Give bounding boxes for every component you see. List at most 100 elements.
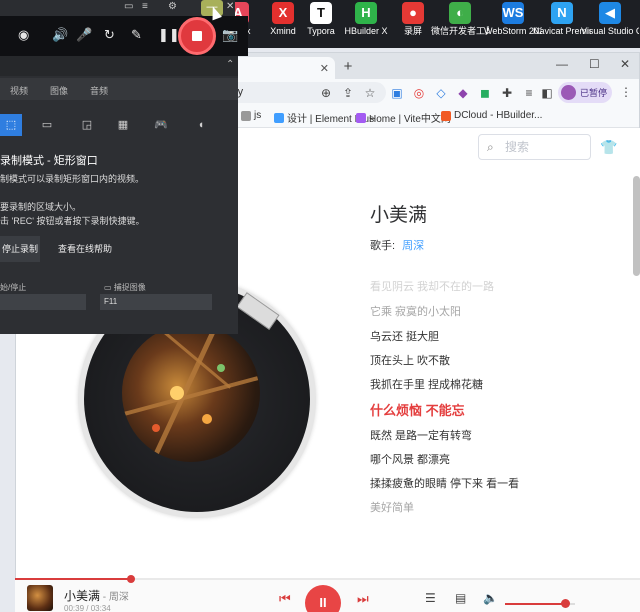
search-input[interactable]: ⌕ 搜索 xyxy=(478,134,591,160)
mode-device-icon[interactable]: ▦ xyxy=(112,114,134,136)
lyric-line: 什么烦恼 不能忘 xyxy=(370,403,465,418)
desktop-icon[interactable]: ◀ Visual Studio C... xyxy=(581,0,639,46)
microphone-icon[interactable]: 🎤 xyxy=(76,27,92,43)
tab-video[interactable]: 视频 xyxy=(10,84,28,97)
extension-purple-icon[interactable]: ◆ xyxy=(455,85,471,101)
lyric-line: 看见阴云 我却不在的一路 xyxy=(370,281,495,293)
minimize-window-icon[interactable]: — xyxy=(556,57,568,71)
recorder-panel-collapse-icon[interactable]: ⌃ xyxy=(226,59,234,70)
app-logo-icon: H xyxy=(355,2,377,24)
bookmark-label: DCloud - HBuilder... xyxy=(454,110,543,121)
extension-green-icon[interactable]: ◼ xyxy=(477,85,493,101)
mode-audio-icon[interactable]: ◖ xyxy=(190,114,212,136)
stop-recording-button[interactable] xyxy=(178,17,216,55)
lyric-line: 哪个风景 都漂亮 xyxy=(370,454,451,466)
recorder-tabs: 视频 图像 音频 xyxy=(0,78,238,100)
online-help-link[interactable]: 查看在线帮助 xyxy=(58,236,112,262)
singer-link[interactable]: 周深 xyxy=(402,240,424,252)
hotkey-capture-field[interactable]: F11 xyxy=(100,294,212,310)
app-logo-icon: X xyxy=(272,2,294,24)
lyric-line: 乌云还 挺大胆 xyxy=(370,331,440,343)
next-track-icon[interactable]: ⏭ xyxy=(357,591,369,607)
page-scrollbar[interactable] xyxy=(633,176,640,276)
draw-pen-icon[interactable]: ✎ xyxy=(131,27,142,43)
mode-rectangle-icon[interactable]: ⬚ xyxy=(0,114,22,136)
bookmark-item[interactable]: js xyxy=(241,110,261,121)
song-title: 小美满 xyxy=(370,205,428,226)
webcam-icon[interactable]: ◉ xyxy=(18,27,29,43)
recorder-settings-icon[interactable]: ⚙ xyxy=(168,1,177,12)
app-logo-icon: WS xyxy=(502,2,524,24)
desktop-icon-label: Visual Studio C... xyxy=(581,26,639,36)
bookmark-favicon-icon xyxy=(241,110,251,121)
tab-audio[interactable]: 音频 xyxy=(90,84,108,97)
recorder-mode-description: 制模式可以录制矩形窗口内的视频。 xyxy=(0,174,145,184)
pointer-effect-icon[interactable]: ↻ xyxy=(104,27,115,43)
tab-close-icon[interactable]: ✕ xyxy=(320,62,329,75)
player-song-name: 小美满 xyxy=(64,589,101,603)
recorder-close-icon[interactable]: ✕ xyxy=(226,1,234,12)
bookmark-label: Home | Vite中文网 xyxy=(369,114,451,125)
bookmark-star-icon[interactable]: ☆ xyxy=(362,85,378,101)
skin-shirt-icon[interactable]: 👕 xyxy=(600,138,618,156)
recorder-mode-title: 录制模式 - 矩形窗口 xyxy=(0,155,98,167)
recorder-panel: ⌃ 视频 图像 音频 ⬚ ▭ ◲ ▦ 🎮 ◖ 录制模式 - 矩形窗口 制模式可以… xyxy=(0,56,238,334)
more-menu-icon[interactable]: ⋮ xyxy=(620,85,632,99)
app-logo-icon: ◀ xyxy=(599,2,621,24)
zoom-icon[interactable]: ⊕ xyxy=(318,85,334,101)
pause-button[interactable]: II xyxy=(305,585,341,612)
playlist-order-icon[interactable]: ☰ xyxy=(425,591,436,605)
bookmark-item[interactable]: Home | Vite中文网 xyxy=(356,110,451,125)
recorder-menu-icon[interactable]: ≡ xyxy=(142,1,148,12)
speaker-icon[interactable]: 🔊 xyxy=(52,27,68,43)
bookmark-favicon-icon xyxy=(274,112,284,123)
recorder-folder-icon[interactable]: ▭ xyxy=(124,1,133,12)
bookmark-favicon-icon xyxy=(441,110,451,121)
profile-button[interactable]: 已暂停 xyxy=(558,82,612,103)
maximize-window-icon[interactable]: ☐ xyxy=(589,57,600,71)
bookmark-label: js xyxy=(254,110,262,121)
album-cover xyxy=(122,324,260,462)
translate-icon[interactable]: ▣ xyxy=(389,85,405,101)
lyric-line: 既然 是路一定有转弯 xyxy=(370,430,473,442)
search-icon: ⌕ xyxy=(487,140,494,154)
browser-tab[interactable]: ✕ xyxy=(231,57,335,79)
hotkey-start-stop-field[interactable] xyxy=(0,294,86,310)
bookmark-item[interactable]: DCloud - HBuilder... xyxy=(441,110,542,121)
share-icon[interactable]: ⇪ xyxy=(340,85,356,101)
tab-image[interactable]: 图像 xyxy=(50,84,68,97)
extension-blue-icon[interactable]: ◇ xyxy=(433,85,449,101)
mode-fullscreen-icon[interactable]: ▭ xyxy=(36,114,58,136)
search-placeholder: 搜索 xyxy=(505,140,530,154)
new-tab-button[interactable]: + xyxy=(338,57,358,77)
previous-track-icon[interactable]: ⏮ xyxy=(279,591,291,607)
play-queue-icon[interactable]: ▤ xyxy=(455,591,466,605)
player-cover[interactable] xyxy=(27,585,53,611)
song-progress-bar[interactable] xyxy=(15,575,640,583)
recorder-tip-1: 要录制的区域大小。 xyxy=(0,202,82,212)
stop-recording-text-button[interactable]: 停止录制 xyxy=(0,236,40,262)
menu-list-icon[interactable]: ≡ xyxy=(521,85,537,101)
lyric-line: 顶在头上 吹不散 xyxy=(370,355,451,367)
desktop-icon[interactable]: ◐ 微信开发者工具 xyxy=(431,0,489,46)
extensions-puzzle-icon[interactable]: ✚ xyxy=(499,85,515,101)
profile-status: 已暂停 xyxy=(580,88,608,98)
mode-game-icon[interactable]: 🎮 xyxy=(150,114,172,136)
volume-icon[interactable]: 🔈 xyxy=(483,591,498,605)
lyric-line: 我抓在手里 捏成棉花糖 xyxy=(370,379,484,391)
recorder-tip-2: 击 'REC' 按钮或者按下录制快捷键。 xyxy=(0,216,145,226)
player-song-info: 小美满 - 周深 xyxy=(64,589,129,603)
mode-window-icon[interactable]: ◲ xyxy=(76,114,98,136)
close-window-icon[interactable]: ✕ xyxy=(620,57,630,71)
app-logo-icon: T xyxy=(310,2,332,24)
lyric-line: 它乘 寂寞的小太阳 xyxy=(370,306,462,318)
volume-handle[interactable] xyxy=(560,599,570,608)
hotkey-capture-label: ▭ 捕捉图像 xyxy=(104,283,146,292)
player-time: 00:39 / 03:34 xyxy=(64,604,111,612)
song-progress-handle[interactable] xyxy=(126,575,135,583)
app-logo-icon: N xyxy=(551,2,573,24)
screenshot-camera-icon[interactable]: 📷 xyxy=(222,27,238,43)
extension-icon[interactable]: ◎ xyxy=(411,85,427,101)
sidebar-icon[interactable]: ◧ xyxy=(539,85,555,101)
pause-recording-icon[interactable]: ❚❚ xyxy=(158,27,180,43)
